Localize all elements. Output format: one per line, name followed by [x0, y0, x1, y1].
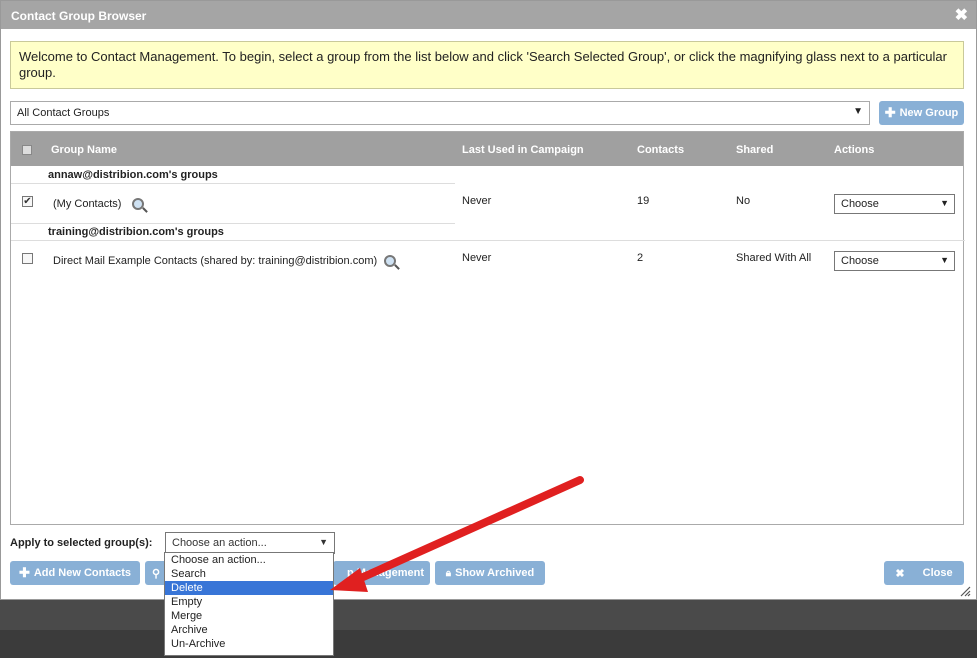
last-used-value: Never: [462, 195, 492, 207]
magnifying-glass-icon[interactable]: [384, 255, 400, 271]
close-icon: ✖: [895, 567, 905, 580]
row-actions-value: Choose: [841, 255, 879, 267]
bulk-action-value: Choose an action...: [172, 537, 267, 549]
dropdown-option[interactable]: Un-Archive: [165, 637, 333, 651]
chevron-down-icon: ▼: [940, 198, 949, 208]
lock-icon: 🔒︎: [445, 567, 452, 579]
column-header-shared[interactable]: Shared: [736, 144, 773, 156]
owner-group-heading: training@distribion.com's groups: [11, 224, 965, 241]
row-checkbox[interactable]: ✔: [22, 196, 33, 207]
close-button[interactable]: ✖ Close: [884, 561, 964, 585]
chevron-down-icon: ▼: [853, 106, 863, 117]
contacts-count: 2: [637, 252, 644, 264]
chevron-down-icon: ▼: [940, 255, 949, 265]
dropdown-option[interactable]: Search: [165, 567, 333, 581]
plus-icon: ✚: [884, 105, 896, 120]
table-row[interactable]: ✔ (My Contacts) Never 19 No Choose ▼: [11, 184, 965, 224]
group-filter-select[interactable]: All Contact Groups ▼: [10, 101, 870, 125]
shared-value: No: [736, 195, 751, 207]
row-actions-select[interactable]: Choose ▼: [834, 194, 955, 214]
chevron-down-icon: ▼: [319, 537, 328, 547]
column-header-last-used[interactable]: Last Used in Campaign: [462, 144, 584, 156]
group-filter-value: All Contact Groups: [17, 107, 110, 119]
table-row[interactable]: Direct Mail Example Contacts (shared by:…: [11, 241, 965, 281]
column-header-group-name[interactable]: Group Name: [51, 144, 117, 156]
table-header: Group Name Last Used in Campaign Contact…: [11, 132, 963, 166]
bulk-action-select[interactable]: Choose an action... ▼: [165, 532, 335, 554]
contact-group-browser-dialog: Contact Group Browser ✖ Welcome to Conta…: [0, 0, 977, 600]
apply-to-selected-label: Apply to selected group(s):: [10, 537, 153, 549]
column-header-contacts[interactable]: Contacts: [637, 144, 684, 156]
select-all-checkbox[interactable]: [22, 145, 32, 155]
dropdown-option-highlighted[interactable]: Delete: [165, 581, 333, 595]
owner-group-heading: annaw@distribion.com's groups: [11, 167, 455, 184]
close-icon[interactable]: ✖: [955, 5, 968, 25]
magnifying-glass-icon[interactable]: [132, 198, 148, 214]
shared-value: Shared With All: [736, 252, 812, 264]
group-name: Direct Mail Example Contacts (shared by:…: [53, 255, 378, 267]
close-label: Close: [922, 567, 953, 579]
group-management-label: p Management: [346, 567, 424, 579]
show-archived-label: Show Archived: [455, 567, 535, 579]
new-group-button[interactable]: ✚ New Group: [879, 101, 964, 125]
dialog-titlebar: Contact Group Browser ✖: [1, 1, 976, 29]
search-icon: ⚲: [151, 567, 161, 580]
last-used-value: Never: [462, 252, 492, 264]
row-actions-select[interactable]: Choose ▼: [834, 251, 955, 271]
row-actions-value: Choose: [841, 198, 879, 210]
add-new-contacts-label: Add New Contacts: [33, 567, 132, 579]
dropdown-option[interactable]: Choose an action...: [165, 553, 333, 567]
plus-icon: ✚: [18, 565, 30, 580]
contacts-count: 19: [637, 195, 650, 207]
dialog-title: Contact Group Browser: [11, 9, 147, 23]
show-archived-button[interactable]: 🔒︎ Show Archived: [435, 561, 545, 585]
add-new-contacts-button[interactable]: ✚ Add New Contacts: [10, 561, 140, 585]
column-header-actions: Actions: [834, 144, 875, 156]
row-checkbox[interactable]: [22, 253, 33, 264]
bulk-action-dropdown-list: Choose an action... Search Delete Empty …: [164, 552, 334, 656]
resize-grip-icon[interactable]: [959, 585, 971, 597]
groups-table: Group Name Last Used in Campaign Contact…: [10, 131, 965, 525]
dropdown-option[interactable]: Merge: [165, 609, 333, 623]
group-name: (My Contacts): [53, 198, 122, 210]
dropdown-option[interactable]: Empty: [165, 595, 333, 609]
background-taskbar: [0, 600, 977, 658]
welcome-message: Welcome to Contact Management. To begin,…: [10, 41, 964, 89]
new-group-label: New Group: [899, 107, 959, 119]
dropdown-option[interactable]: Archive: [165, 623, 333, 637]
group-management-button[interactable]: p Management: [333, 561, 430, 585]
